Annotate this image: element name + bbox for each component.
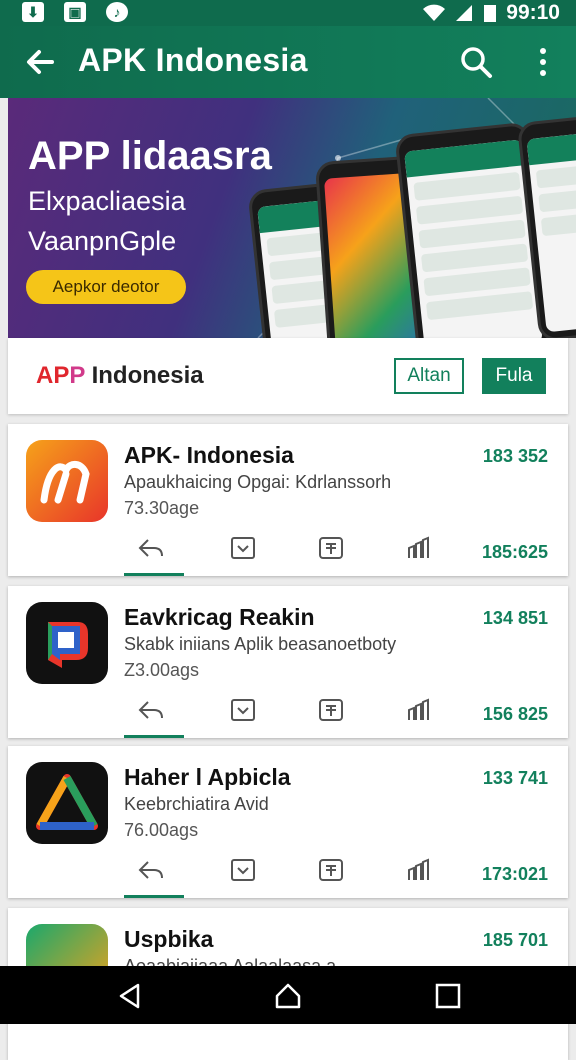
- app-bar: APK Indonesia: [0, 26, 576, 98]
- banner-subtitle-1: Elxpacliaesia: [28, 186, 186, 216]
- banner-subtitle-2: VaanpnGple: [28, 226, 177, 256]
- app-card[interactable]: Haher l Apbicla Keebrchiatira Avid 76.00…: [8, 746, 568, 898]
- active-indicator: [124, 735, 184, 738]
- app-description: Apaukhaicing Opgai: Kdrlanssorh: [124, 472, 392, 492]
- active-indicator: [124, 895, 184, 898]
- brand-logo-text: APP Indonesia: [36, 362, 204, 389]
- app-count-bottom: 185:625: [481, 542, 548, 562]
- app-count-bottom: 173:021: [481, 864, 548, 884]
- app-card[interactable]: Eavkricag Reakin Skabk iniians Aplik bea…: [8, 586, 568, 738]
- stats-icon[interactable]: [406, 698, 432, 722]
- outline-button[interactable]: Altan: [394, 358, 464, 394]
- status-icons-right: 99:10: [422, 1, 560, 25]
- download-box-icon[interactable]: [230, 536, 256, 560]
- banner-title: APP lidaasra: [28, 134, 272, 178]
- brand-bar: APP Indonesia Altan Fula: [8, 338, 568, 414]
- colorful-p-logo-icon: [26, 602, 108, 684]
- share-icon[interactable]: [138, 698, 164, 722]
- download-box-icon[interactable]: [230, 858, 256, 882]
- app-description: Skabk iniians Aplik beasanoetboty: [124, 634, 397, 654]
- image-notification-icon: ▣: [64, 2, 86, 22]
- wifi-icon: [423, 4, 446, 21]
- app-size: Z3.00ags: [124, 660, 200, 680]
- app-notification-icon: ♪: [106, 2, 128, 22]
- promo-banner[interactable]: APP lidaasra Elxpacliaesia VaanpnGple Ae…: [8, 98, 576, 338]
- status-time: 99:10: [506, 1, 560, 24]
- active-indicator: [124, 573, 184, 576]
- save-icon[interactable]: [318, 698, 344, 722]
- app-card[interactable]: APK- Indonesia Apaukhaicing Opgai: Kdrla…: [8, 424, 568, 576]
- download-notification-icon: ⬇: [22, 2, 44, 22]
- app-description: Keebrchiatira Avid: [124, 794, 269, 814]
- orange-m-logo-icon: [26, 440, 108, 522]
- rainbow-triangle-logo-icon: [26, 762, 108, 844]
- nav-recents-icon[interactable]: [434, 982, 462, 1010]
- signal-icon: [456, 5, 473, 21]
- app-size: 76.00ags: [124, 820, 199, 840]
- share-icon[interactable]: [138, 536, 164, 560]
- app-count-top: 185 701: [482, 930, 548, 950]
- stats-icon[interactable]: [406, 858, 432, 882]
- save-icon[interactable]: [318, 858, 344, 882]
- back-arrow-icon[interactable]: [22, 44, 58, 80]
- banner-cta-button[interactable]: Aepkor deotor: [26, 270, 186, 304]
- search-icon[interactable]: [458, 44, 494, 80]
- share-icon[interactable]: [138, 858, 164, 882]
- save-icon[interactable]: [318, 536, 344, 560]
- more-options-icon[interactable]: [528, 44, 558, 80]
- app-name: APK- Indonesia: [124, 442, 294, 468]
- app-name: Haher l Apbicla: [124, 764, 291, 790]
- app-name: Eavkricag Reakin: [124, 604, 315, 630]
- download-box-icon[interactable]: [230, 698, 256, 722]
- nav-back-icon[interactable]: [116, 982, 144, 1010]
- status-icons-left: ⬇ ▣ ♪: [22, 2, 128, 22]
- app-size: 73.30age: [124, 498, 200, 518]
- filled-button[interactable]: Fula: [482, 358, 546, 394]
- system-navigation-bar: [0, 966, 576, 1024]
- nav-home-icon[interactable]: [274, 982, 302, 1010]
- app-bar-title: APK Indonesia: [78, 42, 308, 78]
- app-count-top: 134 851: [482, 608, 548, 628]
- stats-icon[interactable]: [406, 536, 432, 560]
- app-count-top: 183 352: [482, 446, 548, 466]
- app-name: Uspbika: [124, 926, 214, 952]
- app-count-top: 133 741: [482, 768, 548, 788]
- status-bar: ⬇ ▣ ♪ 99:10: [0, 0, 576, 26]
- battery-icon: [484, 5, 497, 22]
- app-count-bottom: 156 825: [482, 704, 548, 724]
